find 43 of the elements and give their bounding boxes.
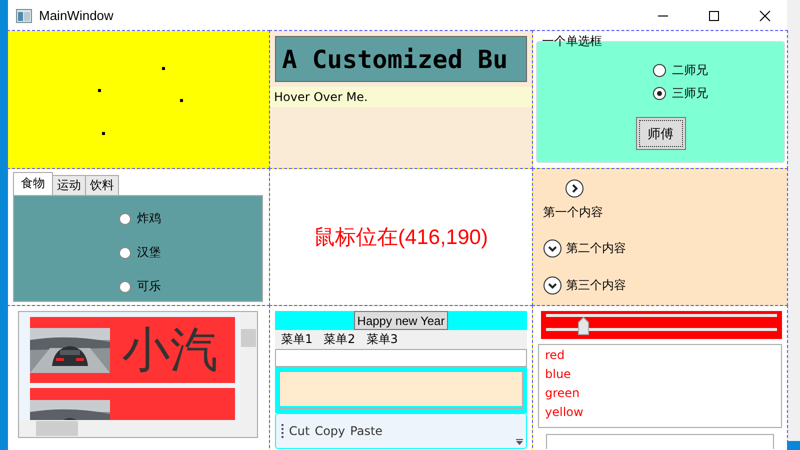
slider[interactable]	[546, 317, 777, 335]
expander-header[interactable]: 第一个内容	[543, 204, 603, 221]
toolbar-item[interactable]: Paste	[350, 424, 383, 438]
radio-button[interactable]	[653, 64, 666, 77]
radio-button[interactable]	[119, 212, 131, 224]
text-field[interactable]	[275, 349, 527, 367]
expander-header[interactable]: 第三个内容	[566, 277, 626, 294]
toolbar-item[interactable]: Copy	[314, 424, 346, 438]
menu-item[interactable]: 菜单2	[324, 331, 356, 348]
tab[interactable]: 运动	[52, 175, 86, 195]
tab[interactable]: 饮料	[85, 175, 119, 195]
radio-button[interactable]	[119, 280, 131, 292]
close-icon[interactable]	[759, 10, 771, 22]
mouse-position-text: 鼠标位在(416,190)	[314, 225, 488, 251]
toolbar-item[interactable]: Cut	[289, 424, 310, 438]
app-icon	[16, 8, 32, 22]
happy-new-year-button[interactable]: Happy new Year	[354, 311, 448, 330]
radio-label[interactable]: 二师兄	[672, 62, 708, 79]
expander-header[interactable]: 第二个内容	[566, 240, 626, 257]
radio-label[interactable]: 三师兄	[672, 85, 708, 102]
radio-button[interactable]	[653, 87, 666, 100]
list-item[interactable]: red	[545, 347, 775, 364]
overflow-icon[interactable]	[516, 439, 523, 445]
list-item[interactable]: green	[545, 385, 775, 402]
window-title: MainWindow	[39, 8, 114, 23]
master-button[interactable]: 师傅	[636, 117, 686, 150]
group-header: 一个单选框	[542, 33, 602, 50]
slider-thumb[interactable]	[578, 317, 590, 335]
customized-button[interactable]: A Customized Bu	[275, 36, 527, 82]
radio-label[interactable]: 可乐	[137, 278, 161, 295]
hover-label: Hover Over Me.	[270, 87, 532, 107]
list-item[interactable]: blue	[545, 366, 775, 383]
text-field[interactable]	[546, 434, 774, 449]
car-title: 小汽	[122, 321, 218, 380]
radio-button[interactable]	[119, 246, 131, 258]
grip-icon[interactable]	[281, 424, 284, 438]
radio-label[interactable]: 汉堡	[137, 244, 161, 261]
menu-item[interactable]: 菜单1	[281, 331, 313, 348]
menu-item[interactable]: 菜单3	[366, 331, 398, 348]
maximize-icon[interactable]	[708, 10, 720, 22]
radio-label[interactable]: 炸鸡	[137, 210, 161, 227]
list-item[interactable]: yellow	[545, 404, 775, 421]
tab[interactable]: 食物	[13, 172, 53, 195]
